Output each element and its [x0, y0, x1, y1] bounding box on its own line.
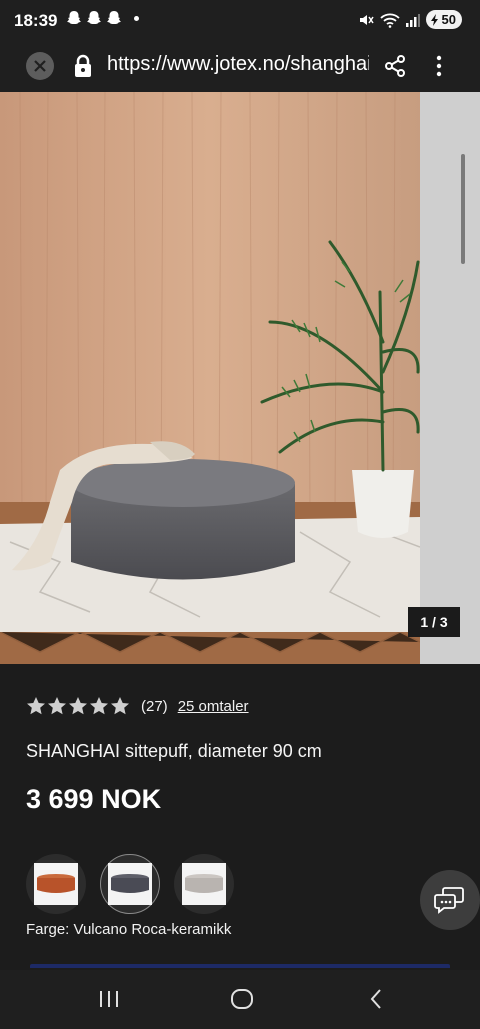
- product-photo: [0, 92, 420, 664]
- swatch-rust-thumbnail: [37, 874, 75, 893]
- color-swatches: [26, 854, 234, 914]
- next-image-preview[interactable]: [420, 92, 480, 664]
- back-icon[interactable]: [364, 986, 390, 1012]
- battery-level: 50: [441, 12, 456, 27]
- battery-indicator: 50: [425, 10, 462, 29]
- selected-color-label: Farge: Vulcano Roca-keramikk: [26, 921, 232, 938]
- star-icon: [48, 697, 66, 715]
- status-right: 50: [358, 10, 462, 29]
- product-title: SHANGHAI sittepuff, diameter 90 cm: [26, 741, 322, 761]
- add-to-cart-bar-peek[interactable]: [30, 964, 450, 968]
- reviews-link[interactable]: 25 omtaler: [178, 698, 249, 715]
- rating-row[interactable]: (27) 25 omtaler: [26, 696, 249, 716]
- lock-icon[interactable]: [72, 54, 94, 78]
- image-counter: 1 / 3: [408, 607, 460, 637]
- product-image-gallery[interactable]: 1 / 3: [0, 92, 480, 664]
- status-bar: 18:39 50: [0, 0, 480, 42]
- home-icon[interactable]: [229, 986, 255, 1012]
- more-menu-icon[interactable]: [432, 54, 446, 78]
- star-icon: [27, 697, 45, 715]
- close-icon: [34, 60, 46, 72]
- snapchat-icon: [107, 11, 121, 24]
- more-notifications-dot: [134, 15, 139, 21]
- signal-icon: [405, 13, 420, 27]
- mute-icon: [359, 14, 374, 25]
- recent-apps-icon[interactable]: [96, 986, 122, 1012]
- charging-icon: [430, 13, 438, 26]
- product-price: 3 699 NOK: [26, 784, 162, 814]
- swatch-grey-thumbnail: [185, 874, 223, 893]
- chat-icon: [434, 887, 464, 914]
- snapchat-icon: [87, 11, 101, 24]
- url-text[interactable]: https://www.jotex.no/shanghai: [107, 53, 369, 76]
- share-icon[interactable]: [384, 54, 406, 78]
- system-nav-bar: [0, 970, 480, 1029]
- scrollbar[interactable]: [461, 154, 465, 264]
- swatch-rust[interactable]: [26, 854, 86, 914]
- chat-button[interactable]: [420, 870, 480, 930]
- product-image[interactable]: [0, 92, 420, 664]
- swatch-vulcano-thumbnail: [111, 874, 149, 893]
- status-time: 18:39: [14, 11, 58, 30]
- swatch-light-grey[interactable]: [174, 854, 234, 914]
- notification-icons: [66, 10, 139, 26]
- snapchat-icon: [67, 11, 81, 24]
- close-tab-button[interactable]: [26, 52, 54, 80]
- product-info: (27) 25 omtaler SHANGHAI sittepuff, diam…: [0, 664, 480, 970]
- rating-count: (27): [141, 697, 168, 715]
- browser-url-bar: https://www.jotex.no/shanghai: [0, 42, 480, 92]
- star-icon: [111, 697, 129, 715]
- star-icon: [69, 697, 87, 715]
- swatch-vulcano-roca[interactable]: [100, 854, 160, 914]
- star-icon: [90, 697, 108, 715]
- wifi-icon: [379, 13, 400, 28]
